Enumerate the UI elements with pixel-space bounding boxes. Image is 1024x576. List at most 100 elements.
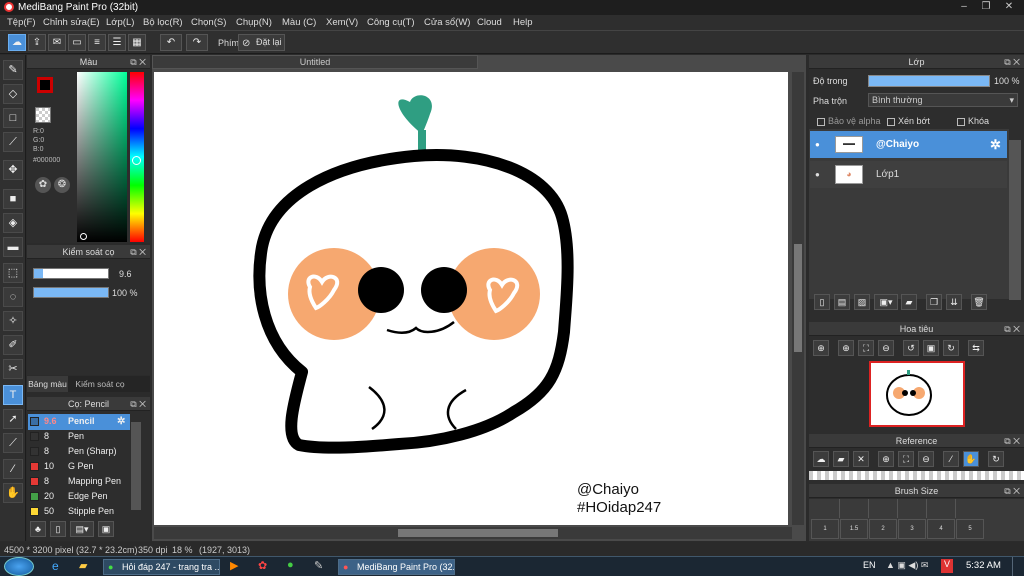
menu-filter[interactable]: Bộ lọc(R): [143, 17, 183, 28]
menu-cloud[interactable]: Cloud: [477, 17, 502, 28]
saturation-value-picker[interactable]: [77, 72, 127, 242]
zoom-in-icon[interactable]: ⊕: [878, 451, 894, 467]
select-pen-tool-icon[interactable]: ✐: [3, 335, 23, 355]
select-eraser-tool-icon[interactable]: ✂: [3, 359, 23, 379]
antivirus-icon[interactable]: V: [941, 559, 953, 573]
grid-icon[interactable]: ▦: [128, 34, 146, 51]
language-indicator[interactable]: EN: [863, 560, 876, 570]
tab-palette[interactable]: Bảng màu: [27, 376, 68, 392]
document-tab[interactable]: Untitled: [152, 55, 478, 69]
taskbar-item-medibang[interactable]: ● MediBang Paint Pro (32...: [338, 559, 455, 575]
tool-icon[interactable]: ✎: [314, 559, 323, 572]
blend-mode-select[interactable]: Bình thường ▾: [868, 93, 1018, 107]
zoom-in-icon[interactable]: ⊕: [813, 340, 829, 356]
taskbar-item-browser[interactable]: ● Hỏi đáp 247 - trang tra ...: [103, 559, 220, 575]
brush-tool-icon[interactable]: ✎: [3, 60, 23, 80]
menu-help[interactable]: Help: [513, 17, 533, 28]
menu-window[interactable]: Cửa sổ(W): [424, 17, 470, 28]
gradient-tool-icon[interactable]: ▬: [3, 237, 23, 257]
menu-select[interactable]: Chọn(S): [191, 17, 226, 28]
brush-item-g-pen[interactable]: 10 G Pen: [28, 459, 130, 474]
close-icon[interactable]: ✕: [853, 451, 869, 467]
minimize-button[interactable]: –: [955, 2, 973, 13]
new-halftone-layer-icon[interactable]: ▤: [834, 294, 850, 310]
rotate-icon[interactable]: ↻: [988, 451, 1004, 467]
reset-view-icon[interactable]: ▣: [923, 340, 939, 356]
brush-opacity-slider[interactable]: [33, 287, 109, 298]
redo-icon[interactable]: ↷: [186, 34, 208, 51]
brush-menu-icon[interactable]: ▤▾: [70, 521, 94, 537]
menu-color[interactable]: Màu (C): [282, 17, 316, 28]
menu-edit[interactable]: Chỉnh sửa(E): [43, 17, 100, 28]
palette-icon[interactable]: ✿: [35, 177, 51, 193]
select-rect-tool-icon[interactable]: ⬚: [3, 263, 23, 283]
menu-tools[interactable]: Công cụ(T): [367, 17, 415, 28]
panel-controls-icon[interactable]: ⧉ ✕: [130, 245, 146, 259]
chrome-icon[interactable]: ●: [287, 559, 294, 571]
brush-size-cell[interactable]: 3: [898, 519, 926, 539]
hand-tool-icon[interactable]: ✋: [3, 483, 23, 503]
panel-controls-icon[interactable]: ⧉ ✕: [130, 397, 146, 411]
magic-wand-tool-icon[interactable]: ✧: [3, 311, 23, 331]
cloud-icon[interactable]: ☁: [813, 451, 829, 467]
ie-icon[interactable]: e: [52, 559, 59, 573]
export-icon[interactable]: ⇪: [28, 34, 46, 51]
new-layer-icon[interactable]: ▯: [814, 294, 830, 310]
tab-brush-control[interactable]: Kiểm soát cọ: [70, 376, 130, 392]
panel-controls-icon[interactable]: ⧉ ✕: [1004, 322, 1020, 336]
brush-size-cell[interactable]: 4: [927, 519, 955, 539]
reference-canvas[interactable]: [809, 471, 1024, 480]
rotate-left-icon[interactable]: ↺: [903, 340, 919, 356]
canvas-horizontal-scrollbar[interactable]: [154, 527, 792, 539]
secondary-color-swatch[interactable]: [35, 107, 51, 123]
panel-controls-icon[interactable]: ⧉ ✕: [1004, 55, 1020, 69]
bucket-tool-icon[interactable]: ◈: [3, 213, 23, 233]
flip-icon[interactable]: ⇆: [968, 340, 984, 356]
vscroll-thumb[interactable]: [794, 244, 802, 352]
fit-icon[interactable]: ⛶: [858, 340, 874, 356]
new-1bit-layer-icon[interactable]: ▨: [854, 294, 870, 310]
add-brush-icon[interactable]: ♣: [30, 521, 46, 537]
navigator-preview[interactable]: [869, 361, 965, 427]
zoom-in-step-icon[interactable]: ⊕: [838, 340, 854, 356]
protect-alpha-checkbox[interactable]: Bảo vệ alpha: [817, 116, 881, 126]
folder-icon[interactable]: ▰: [901, 294, 917, 310]
show-desktop-button[interactable]: [1012, 557, 1024, 576]
visibility-icon[interactable]: ●: [815, 161, 820, 188]
brush-list-scrollbar[interactable]: [131, 422, 141, 510]
panel-controls-icon[interactable]: ⧉ ✕: [1004, 484, 1020, 498]
lasso-tool-icon[interactable]: ◌: [3, 287, 23, 307]
shape-tool-icon[interactable]: □: [3, 108, 23, 128]
media-icon[interactable]: ▶: [230, 559, 238, 572]
brush-item-stipple-pen[interactable]: 50 Stipple Pen: [28, 504, 130, 519]
menu-view[interactable]: Xem(V): [326, 17, 358, 28]
menu-layer[interactable]: Lớp(L): [106, 17, 134, 28]
zoom-out-icon[interactable]: ⊖: [918, 451, 934, 467]
rotate-right-icon[interactable]: ↻: [943, 340, 959, 356]
visibility-icon[interactable]: ●: [815, 131, 820, 158]
app-icon[interactable]: ✿: [258, 559, 267, 572]
brush-size-cell[interactable]: 2: [869, 519, 897, 539]
start-button[interactable]: [4, 557, 34, 576]
close-button[interactable]: ✕: [1000, 2, 1018, 13]
gear-icon[interactable]: ✲: [117, 414, 125, 429]
brush-size-cell[interactable]: 5: [956, 519, 984, 539]
move-tool-icon[interactable]: ✥: [3, 160, 23, 180]
new-brush-icon[interactable]: ▯: [50, 521, 66, 537]
open-folder-icon[interactable]: ▰: [833, 451, 849, 467]
zoom-out-icon[interactable]: ⊖: [878, 340, 894, 356]
menu-file[interactable]: Tệp(F): [7, 17, 36, 28]
merge-layer-icon[interactable]: ⇊: [946, 294, 962, 310]
eraser-tool-icon[interactable]: ◇: [3, 84, 23, 104]
brush-size-cell[interactable]: 1.5: [840, 519, 868, 539]
undo-icon[interactable]: ↶: [160, 34, 182, 51]
fill-rect-tool-icon[interactable]: ■: [3, 189, 23, 209]
operation-tool-icon[interactable]: ➚: [3, 409, 23, 429]
duplicate-layer-icon[interactable]: ❐: [926, 294, 942, 310]
maximize-button[interactable]: ❐: [977, 2, 995, 13]
hscroll-thumb[interactable]: [398, 529, 558, 537]
primary-color-swatch[interactable]: [37, 77, 53, 93]
list-icon[interactable]: ☰: [108, 34, 126, 51]
eyedropper-tool-icon[interactable]: ⁄: [3, 459, 23, 479]
hue-slider[interactable]: [130, 72, 144, 242]
